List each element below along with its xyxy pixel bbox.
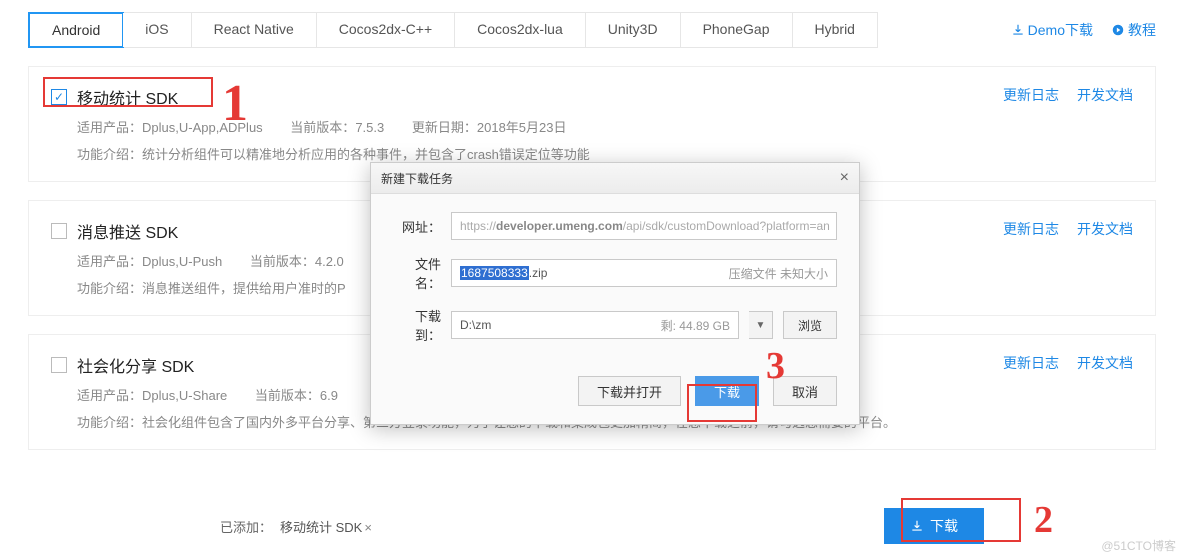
url-rest: /api/sdk/customDownload?platform=an (623, 219, 830, 233)
demo-download-link[interactable]: Demo下载 (1011, 20, 1093, 40)
products-label: 适用产品： (77, 254, 142, 269)
intro-text: 统计分析组件可以精准地分析应用的各种事件，并包含了crash错误定位等功能 (142, 147, 590, 162)
footer-bar: 已添加： 移动统计 SDK× 下载 (0, 508, 1184, 544)
intro-text: 消息推送组件，提供给用户准时的P (142, 281, 346, 296)
date-value: 2018年5月23日 (477, 120, 567, 135)
url-input[interactable]: https://developer.umeng.com/api/sdk/cust… (451, 212, 837, 240)
changelog-link[interactable]: 更新日志 (1003, 353, 1059, 373)
products-value: Dplus,U-Share (142, 388, 227, 403)
tab-react-native[interactable]: React Native (192, 13, 317, 47)
play-icon (1111, 23, 1125, 37)
path-dropdown[interactable]: ▼ (749, 311, 773, 339)
version-label: 当前版本： (255, 388, 320, 403)
filename-selected: 1687508333 (460, 266, 529, 280)
chip-remove-icon[interactable]: × (364, 520, 372, 535)
dialog-titlebar: 新建下载任务 × (371, 163, 859, 194)
tab-android[interactable]: Android (28, 12, 124, 48)
url-prefix: https:// (460, 219, 496, 233)
url-host: developer.umeng.com (496, 219, 623, 233)
products-value: Dplus,U-Push (142, 254, 222, 269)
sdk-checkbox[interactable] (51, 223, 67, 239)
path-label: 下载到： (393, 306, 441, 344)
demo-download-label: Demo下载 (1028, 20, 1093, 40)
sdk-title: 社会化分享 SDK (77, 353, 194, 377)
changelog-link[interactable]: 更新日志 (1003, 219, 1059, 239)
cancel-button[interactable]: 取消 (773, 376, 837, 406)
version-label: 当前版本： (250, 254, 315, 269)
freespace-hint: 剩: 44.89 GB (661, 317, 730, 334)
chip-label: 移动统计 SDK (280, 520, 362, 535)
close-icon[interactable]: × (840, 169, 849, 187)
download-button[interactable]: 下载 (884, 508, 984, 544)
download-button-label: 下载 (930, 516, 958, 536)
filename-ext: .zip (529, 266, 548, 280)
sdk-checkbox[interactable] (51, 357, 67, 373)
tab-cocos2dx-cpp[interactable]: Cocos2dx-C++ (317, 13, 455, 47)
sdk-title: 移动统计 SDK (77, 85, 178, 109)
download-icon (1011, 23, 1025, 37)
watermark: @51CTO博客 (1101, 537, 1176, 554)
intro-label: 功能介绍： (77, 147, 142, 162)
download-and-open-button[interactable]: 下载并打开 (578, 376, 681, 406)
filesize-hint: 压缩文件 未知大小 (729, 265, 828, 282)
docs-link[interactable]: 开发文档 (1077, 219, 1133, 239)
top-right-links: Demo下载 教程 (1011, 20, 1156, 40)
products-label: 适用产品： (77, 120, 142, 135)
sdk-checkbox[interactable]: ✓ (51, 89, 67, 105)
platform-tabs: Android iOS React Native Cocos2dx-C++ Co… (28, 12, 878, 48)
path-value: D:\zm (460, 318, 491, 332)
dialog-download-button[interactable]: 下载 (695, 376, 759, 406)
version-value: 4.2.0 (315, 254, 344, 269)
docs-link[interactable]: 开发文档 (1077, 353, 1133, 373)
dialog-title-text: 新建下载任务 (381, 170, 453, 187)
added-chip: 移动统计 SDK× (280, 517, 372, 536)
intro-label: 功能介绍： (77, 281, 142, 296)
tab-phonegap[interactable]: PhoneGap (681, 13, 793, 47)
version-value: 6.9 (320, 388, 338, 403)
tab-cocos2dx-lua[interactable]: Cocos2dx-lua (455, 13, 586, 47)
filename-label: 文件名： (393, 254, 441, 292)
path-input[interactable]: D:\zm 剩: 44.89 GB (451, 311, 739, 339)
intro-label: 功能介绍： (77, 415, 142, 430)
tutorial-link[interactable]: 教程 (1111, 20, 1156, 40)
tab-unity3d[interactable]: Unity3D (586, 13, 681, 47)
products-value: Dplus,U-App,ADPlus (142, 120, 263, 135)
sdk-title: 消息推送 SDK (77, 219, 178, 243)
browse-button[interactable]: 浏览 (783, 311, 837, 339)
download-icon (910, 519, 924, 533)
date-label: 更新日期： (412, 120, 477, 135)
download-dialog: 新建下载任务 × 网址： https://developer.umeng.com… (370, 162, 860, 425)
products-label: 适用产品： (77, 388, 142, 403)
version-value: 7.5.3 (355, 120, 384, 135)
tab-hybrid[interactable]: Hybrid (793, 13, 877, 47)
top-bar: Android iOS React Native Cocos2dx-C++ Co… (0, 0, 1184, 48)
added-label: 已添加： (220, 517, 272, 536)
tab-ios[interactable]: iOS (123, 13, 191, 47)
tutorial-label: 教程 (1128, 20, 1156, 40)
docs-link[interactable]: 开发文档 (1077, 85, 1133, 105)
version-label: 当前版本： (290, 120, 355, 135)
url-label: 网址： (393, 217, 441, 236)
filename-input[interactable]: 1687508333.zip 压缩文件 未知大小 (451, 259, 837, 287)
changelog-link[interactable]: 更新日志 (1003, 85, 1059, 105)
